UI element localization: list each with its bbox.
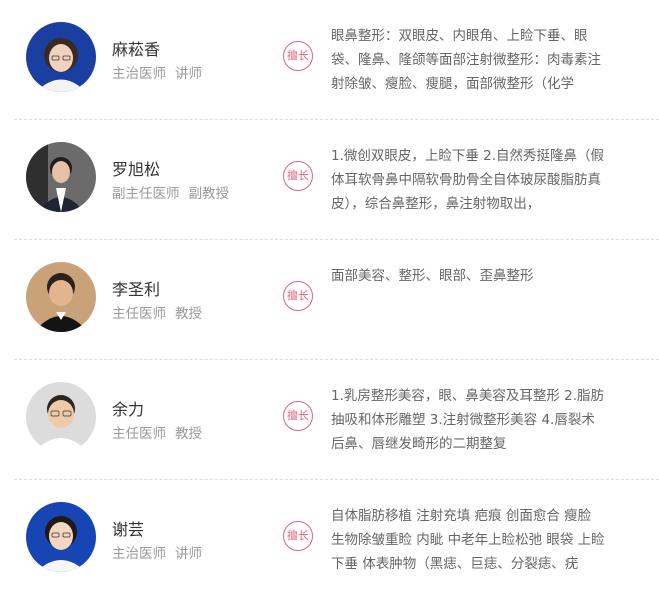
doctor-titles: 主任医师 教授 bbox=[112, 302, 202, 322]
specialty-badge: 擅长 bbox=[283, 161, 313, 191]
doctor-expertise: 自体脂肪移植 注射充填 疤痕 创面愈合 瘦脸 生物除皱重睑 内眦 中老年上睑松弛… bbox=[331, 508, 605, 572]
specialty-badge: 擅长 bbox=[283, 281, 313, 311]
doctor-expertise: 面部美容、整形、眼部、歪鼻整形 bbox=[331, 268, 534, 284]
doctor-avatar[interactable] bbox=[26, 382, 96, 452]
doctor-position: 主治医师 bbox=[112, 66, 166, 82]
doctor-academic-title: 讲师 bbox=[175, 546, 202, 562]
doctor-expertise: 1.微创双眼皮，上睑下垂 2.自然秀挺隆鼻（假体耳软骨鼻中隔软骨肋骨全自体玻尿酸… bbox=[331, 148, 605, 212]
doctor-titles: 主治医师 讲师 bbox=[112, 62, 202, 82]
doctor-titles: 主任医师 教授 bbox=[112, 422, 202, 442]
doctor-position: 副主任医师 bbox=[112, 186, 180, 202]
doctor-name[interactable]: 谢芸 bbox=[112, 516, 144, 540]
doctor-row[interactable]: 罗旭松 副主任医师 副教授 擅长 1.微创双眼皮，上睑下垂 2.自然秀挺隆鼻（假体… bbox=[0, 120, 659, 240]
doctor-name[interactable]: 麻菘香 bbox=[112, 36, 160, 60]
doctor-name[interactable]: 李圣利 bbox=[112, 276, 160, 300]
avatar-photo-icon bbox=[26, 382, 96, 452]
avatar-photo-icon bbox=[26, 502, 96, 572]
avatar-photo-icon bbox=[26, 142, 96, 212]
doctor-expertise: 1.乳房整形美容，眼、鼻美容及耳整形 2.脂肪抽吸和体形雕塑 3.注射微整形美容… bbox=[331, 388, 605, 452]
doctor-academic-title: 教授 bbox=[175, 426, 202, 442]
doctor-name[interactable]: 罗旭松 bbox=[112, 156, 160, 180]
doctor-avatar[interactable] bbox=[26, 142, 96, 212]
doctor-avatar[interactable] bbox=[26, 502, 96, 572]
doctor-expertise: 眼鼻整形：双眼皮、内眼角、上睑下垂、眼袋、隆鼻、隆颌等面部注射微整形：肉毒素注射… bbox=[331, 28, 601, 92]
doctor-position: 主任医师 bbox=[112, 306, 166, 322]
specialty-badge: 擅长 bbox=[283, 41, 313, 71]
doctor-avatar[interactable] bbox=[26, 22, 96, 92]
doctor-position: 主治医师 bbox=[112, 546, 166, 562]
specialty-badge: 擅长 bbox=[283, 401, 313, 431]
doctor-titles: 主治医师 讲师 bbox=[112, 542, 202, 562]
avatar-photo-icon bbox=[26, 262, 96, 332]
doctor-academic-title: 教授 bbox=[175, 306, 202, 322]
doctor-titles: 副主任医师 副教授 bbox=[112, 182, 229, 202]
doctor-position: 主任医师 bbox=[112, 426, 166, 442]
doctor-avatar[interactable] bbox=[26, 262, 96, 332]
doctor-academic-title: 讲师 bbox=[175, 66, 202, 82]
doctor-name[interactable]: 余力 bbox=[112, 396, 144, 420]
avatar-photo-icon bbox=[26, 22, 96, 92]
doctor-row[interactable]: 谢芸 主治医师 讲师 擅长 自体脂肪移植 注射充填 疤痕 创面愈合 瘦脸 生物除皱… bbox=[0, 480, 659, 593]
doctor-list: 麻菘香 主治医师 讲师 擅长 眼鼻整形：双眼皮、内眼角、上睑下垂、眼袋、隆鼻、隆颌… bbox=[0, 0, 659, 593]
doctor-row[interactable]: 余力 主任医师 教授 擅长 1.乳房整形美容，眼、鼻美容及耳整形 2.脂肪抽吸和体… bbox=[0, 360, 659, 480]
doctor-row[interactable]: 麻菘香 主治医师 讲师 擅长 眼鼻整形：双眼皮、内眼角、上睑下垂、眼袋、隆鼻、隆颌… bbox=[0, 0, 659, 120]
doctor-row[interactable]: 李圣利 主任医师 教授 擅长 面部美容、整形、眼部、歪鼻整形 bbox=[0, 240, 659, 360]
doctor-academic-title: 副教授 bbox=[188, 186, 230, 202]
specialty-badge: 擅长 bbox=[283, 521, 313, 551]
